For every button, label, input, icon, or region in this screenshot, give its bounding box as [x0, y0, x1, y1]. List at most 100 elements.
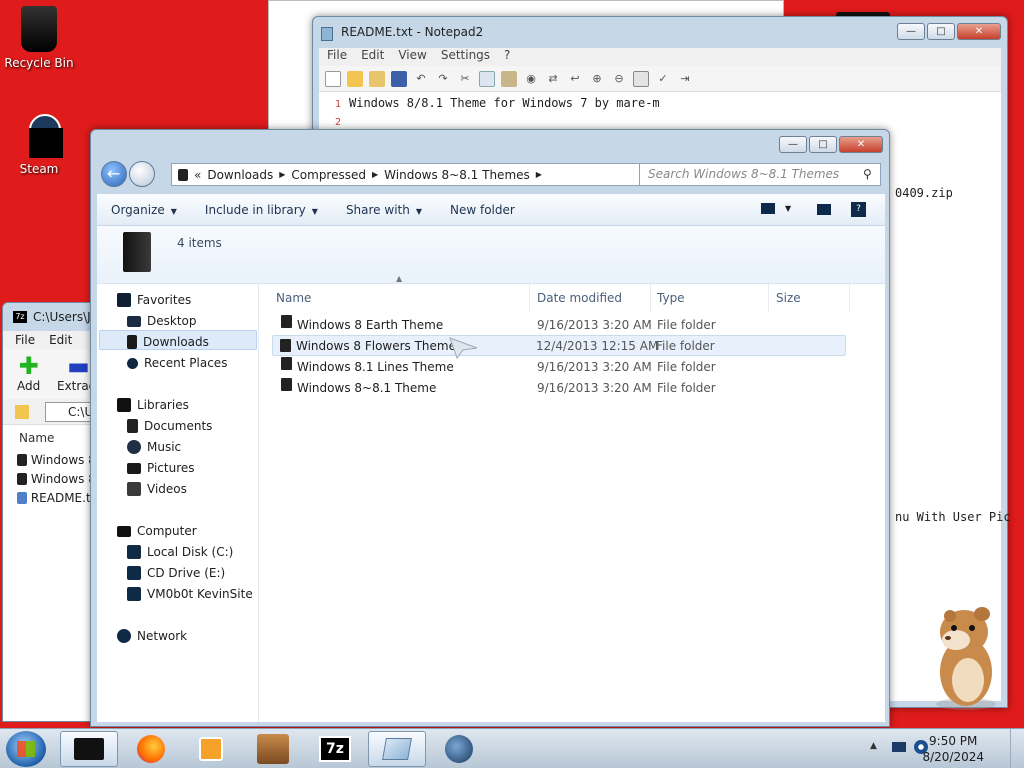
menu-edit[interactable]: Edit: [361, 48, 384, 66]
taskbar-7zip[interactable]: 7z: [306, 731, 364, 767]
search-input[interactable]: Search Windows 8~8.1 Themes: [639, 163, 881, 186]
column-size[interactable]: Size: [770, 284, 850, 312]
forward-button[interactable]: [129, 161, 155, 187]
explorer-window[interactable]: — □ ✕ ← « Downloads ▶ Compressed ▶ Windo…: [90, 129, 890, 727]
nav-documents[interactable]: Documents: [127, 416, 212, 436]
paste-icon[interactable]: [501, 70, 517, 87]
organize-button[interactable]: Organize ▼: [97, 203, 191, 217]
file-row[interactable]: Windows 8.1 Lines Theme 9/16/2013 3:20 A…: [273, 357, 845, 378]
minimize-button[interactable]: —: [897, 23, 925, 40]
browse-icon[interactable]: [369, 70, 385, 87]
taskbar-firefox[interactable]: [122, 731, 180, 767]
scheme-icon[interactable]: [633, 70, 649, 87]
list-item[interactable]: README.tx: [17, 491, 98, 505]
new-folder-button[interactable]: New folder: [436, 203, 529, 217]
desktop-icon-steam[interactable]: Steam: [1, 112, 77, 176]
file-type: File folder: [657, 381, 716, 395]
show-desktop-button[interactable]: [1010, 729, 1024, 768]
column-name[interactable]: Name: [19, 431, 54, 445]
replace-icon[interactable]: ⇄: [545, 71, 561, 87]
nav-vm-drive[interactable]: VM0b0t KevinSite: [127, 584, 253, 604]
list-item[interactable]: Windows 8: [17, 472, 96, 486]
maximize-button[interactable]: □: [809, 136, 837, 153]
chevron-right-icon[interactable]: ▶: [536, 170, 542, 179]
nav-favorites[interactable]: Favorites: [117, 290, 191, 310]
new-file-icon[interactable]: [325, 70, 341, 87]
redo-icon[interactable]: ↷: [435, 71, 451, 87]
nav-computer[interactable]: Computer: [117, 521, 197, 541]
maximize-button[interactable]: □: [927, 23, 955, 40]
sevenzip-window[interactable]: 7z C:\Users\Jo File Edit ✚ Add ▬ Extract…: [2, 302, 102, 722]
nav-network[interactable]: Network: [117, 626, 187, 646]
cut-icon[interactable]: ✂: [457, 71, 473, 87]
taskbar-hamster-app[interactable]: [244, 731, 302, 767]
column-name[interactable]: Name: [270, 284, 530, 312]
open-folder-icon[interactable]: [347, 70, 363, 87]
file-row[interactable]: Windows 8~8.1 Theme 9/16/2013 3:20 AM Fi…: [273, 378, 845, 399]
taskbar-explorer[interactable]: [60, 731, 118, 767]
word-wrap-icon[interactable]: ↩: [567, 71, 583, 87]
nav-videos[interactable]: Videos: [127, 479, 187, 499]
share-with-button[interactable]: Share with ▼: [332, 203, 436, 217]
breadcrumb-downloads[interactable]: Downloads: [201, 168, 279, 182]
recent-places-icon: [127, 357, 138, 369]
nav-music[interactable]: Music: [127, 437, 181, 457]
menu-view[interactable]: View: [398, 48, 426, 66]
nav-recent-places[interactable]: Recent Places: [127, 353, 227, 373]
minimize-button[interactable]: —: [779, 136, 807, 153]
breadcrumb-overflow-icon[interactable]: «: [194, 168, 201, 182]
undo-icon[interactable]: ↶: [413, 71, 429, 87]
view-options-button[interactable]: ▼: [761, 203, 791, 214]
taskbar-steam[interactable]: [430, 731, 488, 767]
preview-pane-icon[interactable]: [817, 204, 831, 215]
nav-cd-drive[interactable]: CD Drive (E:): [127, 563, 225, 583]
menu-settings[interactable]: Settings: [441, 48, 490, 66]
file-row[interactable]: Windows 8 Earth Theme 9/16/2013 3:20 AM …: [273, 315, 845, 336]
nav-label: Local Disk (C:): [147, 545, 234, 559]
search-icon[interactable]: ⚲: [863, 167, 872, 181]
menu-file[interactable]: File: [327, 48, 347, 66]
menu-help[interactable]: ?: [504, 48, 510, 66]
content-area: Favorites Desktop Downloads Recent Place…: [97, 274, 885, 722]
desktop-icon-recycle-bin[interactable]: Recycle Bin: [1, 6, 77, 70]
close-button[interactable]: ✕: [957, 23, 1001, 40]
address-bar[interactable]: « Downloads ▶ Compressed ▶ Windows 8~8.1…: [171, 163, 699, 186]
nav-desktop[interactable]: Desktop: [127, 311, 197, 331]
nav-pictures[interactable]: Pictures: [127, 458, 195, 478]
nav-downloads[interactable]: Downloads: [127, 332, 209, 352]
menu-edit[interactable]: Edit: [49, 331, 72, 349]
copy-icon[interactable]: [479, 70, 495, 87]
file-date: 9/16/2013 3:20 AM: [537, 381, 652, 395]
column-type[interactable]: Type: [651, 284, 769, 312]
videos-icon: [127, 482, 141, 496]
add-button[interactable]: ✚ Add: [17, 353, 40, 393]
nav-local-disk[interactable]: Local Disk (C:): [127, 542, 233, 562]
column-date-modified[interactable]: Date modified: [531, 284, 651, 312]
nav-label: Music: [147, 440, 182, 454]
exit-icon[interactable]: ⇥: [677, 71, 693, 87]
breadcrumb-compressed[interactable]: Compressed: [285, 168, 372, 182]
system-clock[interactable]: 9:50 PM 8/20/2024: [922, 733, 984, 765]
tray-display-icon[interactable]: [892, 742, 906, 752]
nav-label: VM0b0t KevinSite: [147, 587, 253, 601]
tray-expand-icon[interactable]: ▲: [870, 741, 877, 751]
help-icon[interactable]: ?: [851, 202, 866, 217]
list-item[interactable]: Windows 8: [17, 453, 96, 467]
breadcrumb-themes[interactable]: Windows 8~8.1 Themes: [378, 168, 536, 182]
save-icon[interactable]: [391, 70, 407, 87]
zoom-out-icon[interactable]: ⊖: [611, 71, 627, 87]
nav-libraries[interactable]: Libraries: [117, 395, 189, 415]
back-button[interactable]: ←: [101, 161, 127, 187]
taskbar-notepad[interactable]: [368, 731, 426, 767]
customize-icon[interactable]: ✓: [655, 71, 671, 87]
sevenzip-app-icon: 7z: [13, 311, 27, 323]
close-button[interactable]: ✕: [839, 136, 883, 153]
find-icon[interactable]: ◉: [523, 71, 539, 87]
up-folder-icon[interactable]: [15, 405, 29, 419]
menu-file[interactable]: File: [15, 331, 35, 349]
include-in-library-button[interactable]: Include in library ▼: [191, 203, 332, 217]
file-row-selected[interactable]: Windows 8 Flowers Theme 12/4/2013 12:15 …: [272, 335, 846, 356]
zoom-in-icon[interactable]: ⊕: [589, 71, 605, 87]
start-button[interactable]: [6, 731, 46, 767]
taskbar-media-player[interactable]: [182, 731, 240, 767]
